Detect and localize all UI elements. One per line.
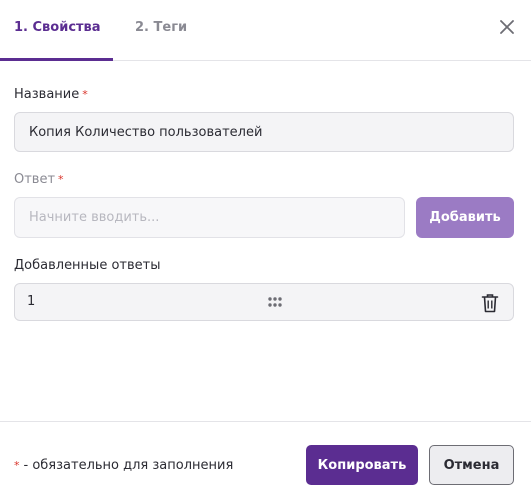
answer-input[interactable] <box>14 197 405 238</box>
copy-button[interactable]: Копировать <box>306 445 418 485</box>
required-mark: * <box>14 459 20 472</box>
cancel-button[interactable]: Отмена <box>429 445 514 485</box>
required-mark: * <box>82 88 88 101</box>
trash-icon[interactable] <box>481 293 499 313</box>
name-label-text: Название <box>14 87 80 102</box>
name-input[interactable] <box>14 112 514 152</box>
add-answer-button[interactable]: Добавить <box>416 197 514 238</box>
tab-bar: 1. Свойства 2. Теги <box>0 0 531 61</box>
name-label: Название * <box>14 87 88 102</box>
required-hint-text: - обязательно для заполнения <box>23 458 234 473</box>
tab-tags[interactable]: 2. Теги <box>135 20 187 35</box>
added-answers-label: Добавленные ответы <box>14 258 161 273</box>
answer-value: 1 <box>27 294 36 309</box>
answer-list-item: 1 <box>14 283 514 321</box>
close-icon[interactable] <box>496 16 518 38</box>
active-tab-indicator <box>0 58 113 61</box>
answer-label-text: Ответ <box>14 172 56 187</box>
tab-properties[interactable]: 1. Свойства <box>14 20 101 35</box>
dialog-footer: * - обязательно для заполнения Копировать… <box>0 421 531 500</box>
required-mark: * <box>58 173 64 186</box>
required-hint: * - обязательно для заполнения <box>14 458 233 473</box>
drag-handle-icon[interactable] <box>267 296 283 308</box>
answer-label: Ответ * <box>14 172 64 187</box>
